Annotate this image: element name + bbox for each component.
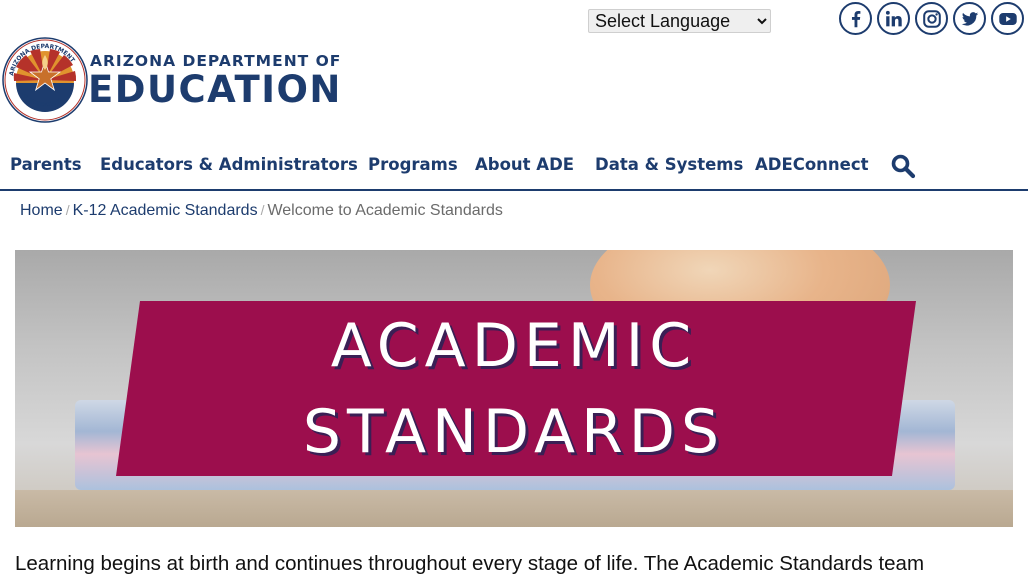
breadcrumb: Home / K-12 Academic Standards / Welcome to …: [20, 202, 503, 220]
language-select[interactable]: Select Language: [588, 9, 771, 33]
logo-title-main: EDUCATION: [88, 68, 342, 111]
breadcrumb-home[interactable]: Home: [20, 202, 63, 219]
hero-title-line1: ACADEMIC: [330, 311, 698, 381]
facebook-icon: [851, 10, 860, 27]
youtube-link[interactable]: [991, 2, 1024, 35]
breadcrumb-current: Welcome to Academic Standards: [267, 202, 503, 219]
intro-paragraph: Learning begins at birth and continues t…: [15, 552, 925, 575]
main-navigation: Parents Educators & Administrators Progr…: [0, 151, 1028, 191]
instagram-icon: [922, 9, 941, 28]
twitter-link[interactable]: [953, 2, 986, 35]
ade-seal-logo[interactable]: ARIZONA DEPARTMENT OF EDUCATION: [2, 37, 88, 123]
nav-data-systems[interactable]: Data & Systems: [595, 155, 743, 174]
hero-title-line2: STANDARDS: [302, 397, 726, 467]
linkedin-icon: [885, 10, 902, 26]
nav-adeconnect[interactable]: ADEConnect: [755, 155, 869, 174]
search-icon[interactable]: [890, 153, 916, 179]
facebook-link[interactable]: [839, 2, 872, 35]
nav-educators-administrators[interactable]: Educators & Administrators: [100, 155, 358, 174]
hero-banner-image: ACADEMIC STANDARDS: [15, 250, 1013, 527]
linkedin-link[interactable]: [877, 2, 910, 35]
twitter-icon: [961, 11, 978, 25]
breadcrumb-separator: /: [65, 202, 70, 218]
nav-parents[interactable]: Parents: [10, 155, 82, 174]
nav-programs[interactable]: Programs: [368, 155, 458, 174]
youtube-icon: [998, 12, 1017, 25]
nav-about-ade[interactable]: About ADE: [475, 155, 574, 174]
instagram-link[interactable]: [915, 2, 948, 35]
social-links: [839, 2, 1024, 35]
breadcrumb-k12-standards[interactable]: K-12 Academic Standards: [73, 202, 258, 219]
hero-table-decoration: [15, 490, 1013, 527]
breadcrumb-separator: /: [260, 202, 265, 218]
